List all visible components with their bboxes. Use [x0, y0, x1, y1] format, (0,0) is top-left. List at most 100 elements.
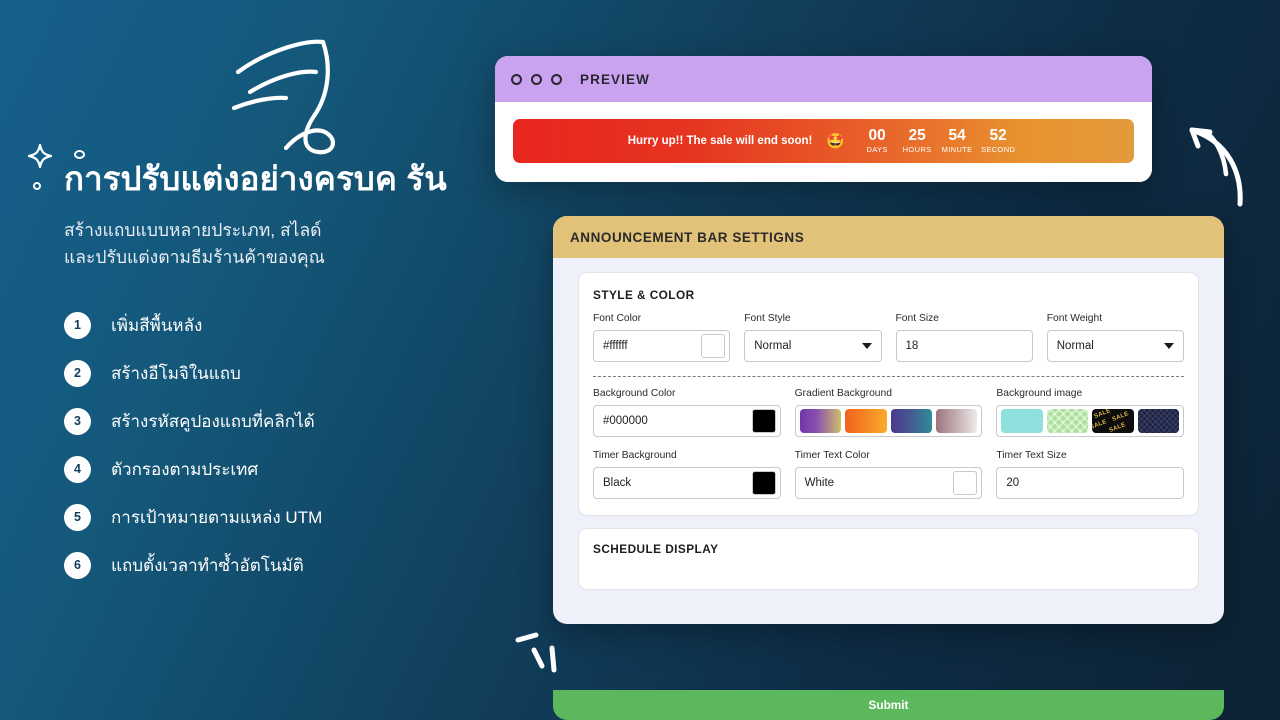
dot-decoration-b — [33, 182, 41, 190]
gradient-background-options — [794, 405, 983, 437]
list-item-label: การเป้าหมายตามแหล่ง UTM — [111, 507, 323, 527]
timer-background-swatch[interactable] — [751, 471, 776, 495]
timer-background-value: Black — [603, 477, 632, 489]
chevron-down-icon — [861, 343, 872, 349]
gradient-option-orange-amber[interactable] — [845, 409, 887, 433]
timer-caption-second: SECOND — [981, 145, 1016, 155]
field-label-timer-text-color: Timer Text Color — [794, 450, 870, 461]
curved-arrow-icon — [1168, 112, 1258, 217]
field-label-timer-text-size: Timer Text Size — [996, 450, 1067, 461]
background-image-option-black-sale[interactable]: SALE SALE SALE SALE — [1092, 409, 1134, 433]
schedule-display-card: SCHEDULE DISPLAY — [578, 528, 1199, 590]
hero-subhead-line1: สร้างแถบแบบหลายประเภท, สไลด์ — [64, 219, 322, 240]
timer-caption-minute: MINUTE — [941, 145, 973, 155]
list-item-label: สร้างรหัสคูปองแถบที่คลิกได้ — [111, 411, 315, 431]
timer-unit-days: 00 DAYS — [857, 126, 897, 155]
page-title: การปรับแต่งอย่างครบค รัน — [64, 160, 447, 197]
font-weight-value: Normal — [1056, 340, 1094, 352]
timer-text-color-swatch[interactable] — [953, 471, 978, 495]
timer-text-size-input[interactable]: 20 — [996, 467, 1185, 499]
hero-subhead-line2: และปรับแต่งตามธีมร้านค้าของคุณ — [64, 247, 325, 268]
timer-unit-second: 52 SECOND — [977, 126, 1019, 155]
announcement-message: Hurry up!! The sale will end soon! — [627, 135, 813, 147]
font-style-value: Normal — [754, 340, 792, 352]
field-gradient-background: Gradient Background — [794, 388, 983, 437]
panel-header: ANNOUNCEMENT BAR SETTIGNS — [553, 216, 1224, 258]
preview-label: PREVIEW — [580, 71, 650, 87]
list-item: 2 สร้างอีโมจิในแถบ — [64, 349, 484, 397]
font-size-input[interactable]: 18 — [895, 330, 1033, 362]
chevron-down-icon — [1164, 343, 1174, 349]
timer-text-size-value: 20 — [1006, 477, 1020, 489]
timer-value-second: 52 — [989, 126, 1007, 144]
submit-button[interactable]: Submit — [553, 690, 1224, 720]
timer-background-input[interactable]: Black — [593, 467, 781, 499]
window-dot-maximize-icon[interactable] — [551, 73, 562, 85]
background-image-option-navy-texture[interactable] — [1137, 409, 1180, 433]
field-label-gradient-background: Gradient Background — [794, 388, 892, 399]
timer-value-days: 00 — [868, 126, 886, 144]
timer-unit-minute: 54 MINUTE — [937, 126, 977, 155]
font-color-input[interactable]: #ffffff — [593, 330, 731, 362]
background-color-swatch[interactable] — [751, 409, 776, 433]
gradient-option-purple-khaki[interactable] — [799, 409, 842, 433]
background-image-option-solid-teal[interactable] — [1001, 409, 1043, 433]
divider — [593, 376, 1184, 377]
background-image-options: SALE SALE SALE SALE — [996, 405, 1185, 437]
timer-value-minute: 54 — [948, 126, 966, 144]
smiley-emoji-icon: 🤩 — [826, 132, 846, 150]
list-item-label: แถบตั้งเวลาทำซ้ำอัตโนมัติ — [111, 555, 304, 575]
feature-list: 1 เพิ่มสีพื้นหลัง 2 สร้างอีโมจิในแถบ 3 ส… — [64, 301, 484, 589]
field-timer-text-size: Timer Text Size 20 — [996, 450, 1185, 499]
style-row-1: Font Color #ffffff Font Style Normal Fon… — [593, 313, 1184, 362]
hero-subhead: สร้างแถบแบบหลายประเภท, สไลด์ และปรับแต่ง… — [64, 217, 394, 271]
gradient-option-mauve-white[interactable] — [935, 409, 978, 433]
timer-caption-hours: HOURS — [902, 145, 932, 155]
style-and-color-card: STYLE & COLOR Font Color #ffffff Font St… — [578, 272, 1199, 516]
preview-window: PREVIEW Hurry up!! The sale will end soo… — [495, 56, 1152, 182]
list-item-number: 1 — [64, 311, 91, 339]
panel-body: STYLE & COLOR Font Color #ffffff Font St… — [553, 258, 1224, 624]
window-dot-close-icon[interactable] — [511, 73, 522, 85]
font-size-value: 18 — [905, 340, 919, 352]
background-color-value: #000000 — [603, 415, 648, 427]
list-item-number: 5 — [64, 503, 91, 531]
list-item: 6 แถบตั้งเวลาทำซ้ำอัตโนมัติ — [64, 541, 484, 589]
font-style-select[interactable]: Normal — [744, 330, 882, 362]
style-row-3: Timer Background Black Timer Text Color … — [593, 450, 1185, 499]
dot-decoration-a — [74, 150, 85, 159]
list-item: 3 สร้างรหัสคูปองแถบที่คลิกได้ — [64, 397, 484, 445]
style-section-title: STYLE & COLOR — [593, 288, 695, 302]
field-label-font-weight: Font Weight — [1046, 313, 1103, 324]
window-dot-minimize-icon[interactable] — [531, 73, 542, 85]
four-point-star-icon — [26, 142, 54, 175]
schedule-section-title: SCHEDULE DISPLAY — [593, 542, 719, 556]
countdown-timer: 00 DAYS 25 HOURS 54 MINUTE 52 SECOND — [857, 126, 1019, 155]
gradient-option-indigo-teal[interactable] — [890, 409, 932, 433]
announcement-bar-preview: Hurry up!! The sale will end soon! 🤩 00 … — [513, 119, 1134, 163]
font-color-swatch[interactable] — [701, 334, 726, 358]
swirl-decoration-icon — [228, 30, 358, 170]
list-item-number: 3 — [64, 407, 91, 435]
field-label-background-color: Background Color — [593, 388, 676, 399]
panel-header-title: ANNOUNCEMENT BAR SETTIGNS — [570, 229, 805, 245]
sparkle-decoration-icon — [512, 628, 572, 685]
list-item: 5 การเป้าหมายตามแหล่ง UTM — [64, 493, 484, 541]
preview-titlebar: PREVIEW — [495, 56, 1152, 102]
background-image-option-green-diamond[interactable] — [1046, 409, 1089, 433]
timer-text-color-value: White — [804, 477, 835, 489]
field-label-font-style: Font Style — [744, 313, 791, 324]
background-color-input[interactable]: #000000 — [593, 405, 781, 437]
field-label-font-size: Font Size — [895, 313, 940, 324]
field-font-size: Font Size 18 — [895, 313, 1033, 362]
font-weight-select[interactable]: Normal — [1046, 330, 1184, 362]
list-item: 1 เพิ่มสีพื้นหลัง — [64, 301, 484, 349]
timer-caption-days: DAYS — [866, 145, 888, 155]
list-item-label: ตัวกรองตามประเทศ — [111, 459, 259, 479]
list-item-number: 4 — [64, 455, 91, 483]
font-color-value: #ffffff — [603, 340, 628, 352]
field-font-color: Font Color #ffffff — [593, 313, 731, 362]
field-font-style: Font Style Normal — [744, 313, 882, 362]
announcement-bar-settings-panel: ANNOUNCEMENT BAR SETTIGNS STYLE & COLOR … — [553, 216, 1224, 624]
timer-text-color-input[interactable]: White — [794, 467, 983, 499]
